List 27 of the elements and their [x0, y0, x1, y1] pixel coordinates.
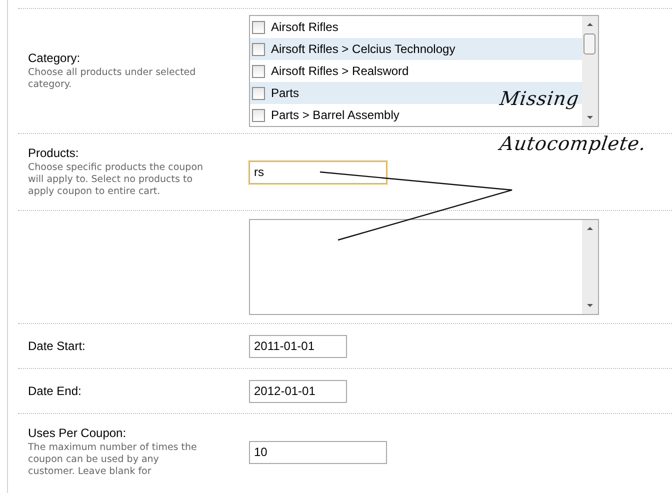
field-label: Products: [28, 146, 80, 160]
checkbox[interactable] [252, 86, 265, 100]
input-field[interactable]: 10 [249, 440, 387, 464]
field-label: Uses Per Coupon: [28, 426, 128, 440]
field-description: The maximum number of times the coupon can be used by any customer. Leave blank for [28, 442, 198, 478]
field-description: Choose specific products the coupon will apply to. Select no products to apply coupon to entire cart. [28, 162, 204, 198]
option-label: Airsoft Rifles [271, 20, 338, 34]
option-label: Airsoft Rifles > Realsword [271, 64, 409, 78]
handwritten-note: Missing [498, 88, 581, 110]
option-label: Parts [271, 86, 300, 100]
scrollbar[interactable] [582, 16, 598, 126]
option-label: Parts > Barrel Assembly [271, 108, 400, 122]
input-field[interactable]: rs [249, 160, 387, 184]
checkbox[interactable] [252, 20, 265, 34]
input-field[interactable]: 2012-01-01 [249, 380, 347, 402]
scrollbar[interactable] [582, 220, 598, 314]
handwritten-note: Autocomplete. [498, 133, 648, 155]
checkbox[interactable] [252, 64, 265, 78]
field-label: Date End: [28, 384, 82, 398]
field-label: Date Start: [28, 339, 86, 353]
checkbox[interactable] [252, 108, 265, 122]
field-label: Category: [28, 51, 82, 65]
input-field[interactable]: 2011-01-01 [249, 334, 347, 358]
checkbox[interactable] [252, 42, 265, 56]
option-label: Airsoft Rifles > Celcius Technology [271, 42, 456, 56]
text-area[interactable] [249, 219, 599, 315]
field-description: Choose all products under selected category. [28, 67, 197, 91]
